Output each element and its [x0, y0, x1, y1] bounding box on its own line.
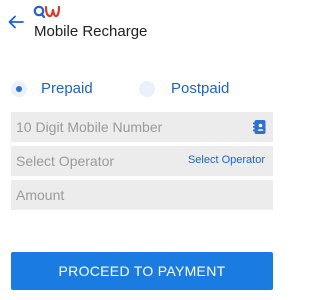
select-operator-link[interactable]: Select Operator	[188, 154, 265, 166]
operator-input[interactable]	[11, 153, 216, 169]
operator-field[interactable]: Select Operator	[11, 146, 273, 176]
plan-type-selector: Prepaid Postpaid	[0, 80, 283, 104]
radio-checked-icon[interactable]	[11, 80, 27, 97]
prepaid-label: Prepaid	[41, 80, 93, 97]
app-header: Mobile Recharge	[0, 0, 283, 48]
postpaid-label: Postpaid	[171, 80, 230, 97]
amount-field	[11, 180, 273, 210]
page-title: Mobile Recharge	[34, 23, 148, 40]
mobile-number-input[interactable]	[11, 119, 216, 135]
amount-input[interactable]	[11, 187, 216, 203]
radio-unchecked-icon[interactable]	[139, 80, 155, 97]
brand-logo-icon	[33, 5, 61, 19]
prepaid-radio[interactable]: Prepaid	[11, 80, 93, 97]
mobile-number-field	[11, 112, 273, 142]
arrow-left-icon[interactable]	[6, 12, 26, 32]
postpaid-radio[interactable]: Postpaid	[139, 80, 229, 97]
contact-book-icon[interactable]	[253, 119, 267, 135]
proceed-to-payment-button[interactable]: PROCEED TO PAYMENT	[11, 252, 273, 290]
